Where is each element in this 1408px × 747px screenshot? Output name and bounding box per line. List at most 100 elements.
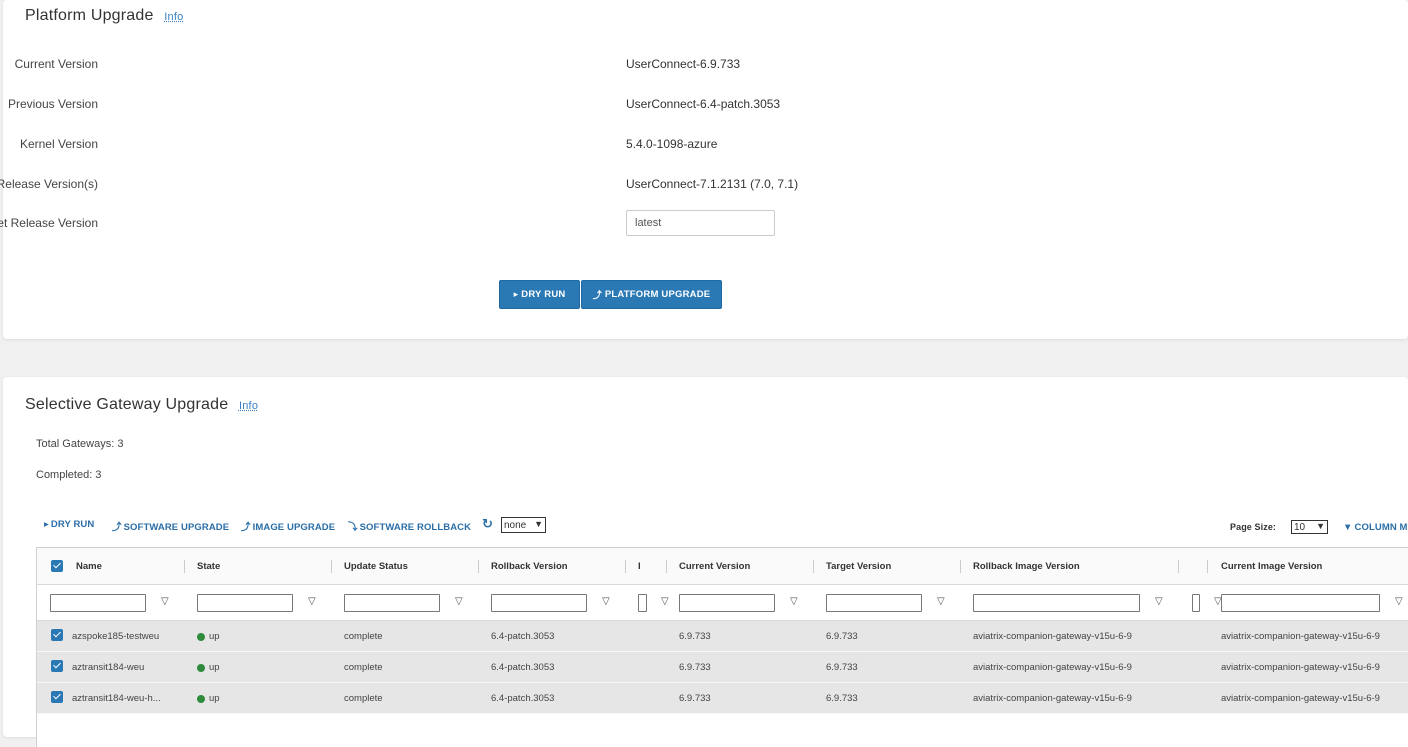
gateway-upgrade-title: Selective Gateway Upgrade Info <box>25 396 258 414</box>
platform-upgrade-label: PLATFORM UPGRADE <box>604 289 711 300</box>
refresh-icon[interactable]: ↻ <box>482 516 493 532</box>
column-header-rollback-image-version[interactable]: Rollback Image Version <box>973 548 1080 585</box>
upgrade-arrow-icon: ⤴ <box>592 290 602 300</box>
gateway-rollback-version: 6.4-patch.3053 <box>491 693 555 704</box>
filter-input-narrow-2[interactable] <box>1192 594 1200 612</box>
page-size-value: 10 <box>1294 521 1306 533</box>
status-up-icon <box>197 663 205 672</box>
previous-version-value: UserConnect-6.4-patch.3053 <box>626 97 781 111</box>
gateway-name: aztransit184-weu <box>72 662 145 673</box>
platform-info-link[interactable]: Info <box>164 11 183 23</box>
chevron-down-icon: ▼ <box>1316 521 1325 531</box>
column-separator[interactable] <box>1178 560 1179 573</box>
platform-dry-run-button[interactable]: ▸ DRY RUN <box>499 280 580 309</box>
target-release-label: Target Release Version <box>0 216 98 230</box>
column-separator[interactable] <box>184 560 185 573</box>
gateway-update-status: complete <box>344 693 383 704</box>
gateway-state-text: up <box>209 693 220 704</box>
column-separator[interactable] <box>813 560 814 573</box>
filter-input-rollback-version[interactable] <box>491 594 587 612</box>
column-separator[interactable] <box>960 560 961 573</box>
filter-icon[interactable]: ▽ <box>1395 596 1403 607</box>
filter-icon[interactable]: ▽ <box>455 596 463 607</box>
filter-icon[interactable]: ▽ <box>790 596 798 607</box>
gateway-current-image-version: aviatrix-companion-gateway-v15u-6-9 <box>1221 631 1380 642</box>
table-row[interactable]: azspoke185-testweu up complete 6.4-patch… <box>37 621 1408 652</box>
column-separator[interactable] <box>625 560 626 573</box>
column-header-name[interactable]: Name <box>76 548 102 585</box>
column-separator[interactable] <box>331 560 332 573</box>
filter-input-current-version[interactable] <box>679 594 775 612</box>
gateway-info-link[interactable]: Info <box>239 400 258 412</box>
gateway-name: aztransit184-weu-h... <box>72 693 161 704</box>
status-up-icon <box>197 694 205 703</box>
column-header-narrow[interactable]: I <box>638 548 641 585</box>
column-separator[interactable] <box>478 560 479 573</box>
gateway-grid: Name State Update Status Rollback Versio… <box>36 547 1408 747</box>
gateway-state-text: up <box>209 662 220 673</box>
column-header-current-image-version[interactable]: Current Image Version <box>1221 548 1322 585</box>
page-size-label: Page Size: <box>1230 522 1277 532</box>
column-header-state[interactable]: State <box>197 548 220 585</box>
filter-input-current-image-version[interactable] <box>1221 594 1380 612</box>
filter-input-name[interactable] <box>50 594 146 612</box>
gateway-target-version: 6.9.733 <box>826 693 858 704</box>
select-all-checkbox[interactable] <box>51 560 63 572</box>
software-rollback-button[interactable]: ⤵ SOFTWARE ROLLBACK <box>348 519 471 533</box>
image-upgrade-button[interactable]: ⤴ IMAGE UPGRADE <box>241 519 335 533</box>
gateway-rollback-image-version: aviatrix-companion-gateway-v15u-6-9 <box>973 662 1132 673</box>
gateway-state: up <box>197 683 220 714</box>
filter-icon[interactable]: ▽ <box>1155 596 1163 607</box>
filter-input-narrow[interactable] <box>638 594 647 612</box>
gateway-update-status: complete <box>344 631 383 642</box>
gateway-state: up <box>197 652 220 683</box>
row-checkbox[interactable] <box>51 691 63 703</box>
gateway-current-version: 6.9.733 <box>679 662 711 673</box>
column-header-update-status[interactable]: Update Status <box>344 548 408 585</box>
software-upgrade-label: SOFTWARE UPGRADE <box>123 522 230 533</box>
platform-upgrade-title: Platform Upgrade Info <box>25 7 183 25</box>
current-version-value: UserConnect-6.9.733 <box>626 57 741 71</box>
caret-right-icon: ▸ <box>513 289 519 299</box>
page-size-select[interactable]: 10 ▼ <box>1291 520 1328 534</box>
target-release-input[interactable] <box>626 210 775 236</box>
release-versions-value: UserConnect-7.1.2131 (7.0, 7.1) <box>626 177 799 191</box>
filter-select-value: none <box>504 519 527 531</box>
filter-icon[interactable]: ▽ <box>308 596 316 607</box>
column-separator[interactable] <box>1207 560 1208 573</box>
column-menu-button[interactable]: ▼ COLUMN MI <box>1343 522 1408 533</box>
platform-upgrade-card: Platform Upgrade Info Current Version Us… <box>0 0 1408 339</box>
filter-icon[interactable]: ▽ <box>937 596 945 607</box>
filter-icon[interactable]: ▽ <box>161 596 169 607</box>
gateway-state: up <box>197 621 220 652</box>
rollback-arrow-icon: ⤵ <box>348 522 358 533</box>
gateway-target-version: 6.9.733 <box>826 631 858 642</box>
caret-right-icon: ▸ <box>44 519 49 530</box>
filter-select[interactable]: none ▼ <box>501 517 546 533</box>
software-upgrade-button[interactable]: ⤴ SOFTWARE UPGRADE <box>112 519 229 533</box>
row-checkbox[interactable] <box>51 660 63 672</box>
column-separator[interactable] <box>666 560 667 573</box>
filter-input-update-status[interactable] <box>344 594 440 612</box>
column-header-rollback-version[interactable]: Rollback Version <box>491 548 568 585</box>
column-header-current-version[interactable]: Current Version <box>679 548 750 585</box>
release-versions-label: Release Version(s) <box>0 177 98 191</box>
filter-input-state[interactable] <box>197 594 293 612</box>
platform-dry-run-label: DRY RUN <box>521 289 566 300</box>
table-row[interactable]: aztransit184-weu up complete 6.4-patch.3… <box>37 652 1408 683</box>
filter-icon[interactable]: ▽ <box>602 596 610 607</box>
platform-upgrade-button[interactable]: ⤴ PLATFORM UPGRADE <box>581 280 722 309</box>
filter-input-target-version[interactable] <box>826 594 922 612</box>
target-release-row: Target Release Version <box>0 210 903 236</box>
total-gateways: Total Gateways: 3 <box>36 438 124 450</box>
chevron-down-icon: ▼ <box>534 519 543 529</box>
table-row[interactable]: aztransit184-weu-h... up complete 6.4-pa… <box>37 683 1408 714</box>
status-up-icon <box>197 632 205 641</box>
upgrade-arrow-icon: ⤴ <box>112 522 122 533</box>
filter-input-rollback-image-version[interactable] <box>973 594 1140 612</box>
row-checkbox[interactable] <box>51 629 63 641</box>
gateway-dry-run-button[interactable]: ▸ DRY RUN <box>44 519 94 530</box>
filter-icon[interactable]: ▽ <box>661 596 669 607</box>
release-versions-row: Release Version(s) UserConnect-7.1.2131 … <box>0 171 903 197</box>
column-header-target-version[interactable]: Target Version <box>826 548 891 585</box>
